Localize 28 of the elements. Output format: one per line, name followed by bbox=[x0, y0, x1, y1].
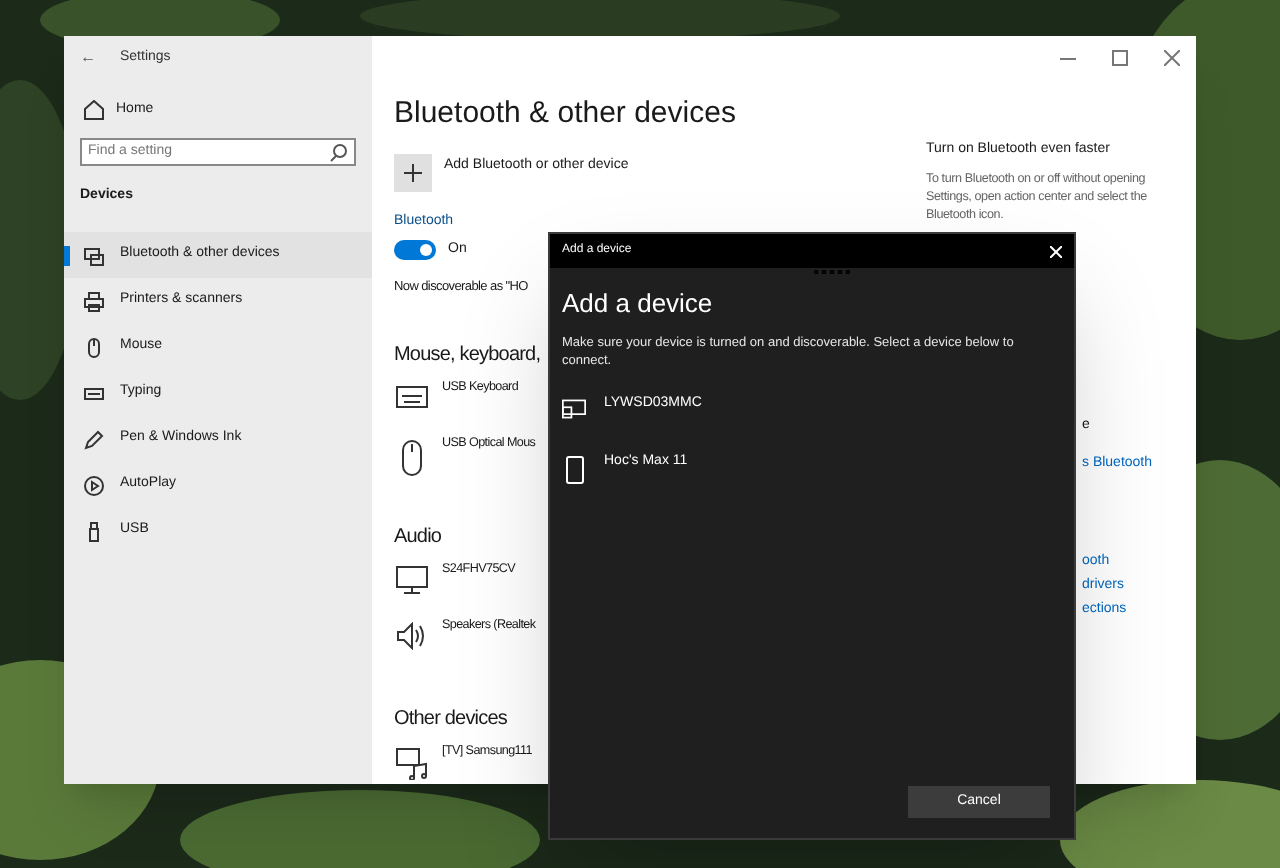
close-icon bbox=[1164, 50, 1180, 66]
maximize-icon bbox=[1112, 50, 1128, 66]
play-circle-icon bbox=[84, 475, 104, 495]
group-heading: Audio bbox=[394, 524, 442, 553]
pen-icon bbox=[84, 429, 104, 449]
add-device-button[interactable] bbox=[394, 153, 432, 191]
usb-icon bbox=[84, 521, 104, 541]
media-devices-icon bbox=[395, 748, 427, 781]
plus-icon bbox=[404, 163, 422, 181]
phone-icon bbox=[565, 455, 583, 483]
mouse-icon bbox=[84, 337, 104, 357]
page-title: Bluetooth & other devices bbox=[394, 94, 738, 134]
home-icon bbox=[84, 100, 104, 121]
back-button[interactable]: ← bbox=[80, 46, 96, 70]
group-heading: Mouse, keyboard, bbox=[394, 342, 541, 371]
search-icon bbox=[330, 143, 348, 161]
keyboard-icon bbox=[84, 383, 104, 403]
devices-icon bbox=[84, 245, 104, 265]
speaker-icon bbox=[395, 622, 427, 651]
printer-icon bbox=[84, 291, 104, 311]
bluetooth-toggle[interactable] bbox=[394, 240, 436, 261]
display-icon bbox=[562, 397, 586, 419]
close-icon bbox=[1050, 245, 1062, 257]
keyboard-icon bbox=[395, 384, 427, 409]
group-heading: Other devices bbox=[394, 706, 507, 735]
mouse-icon bbox=[399, 440, 423, 477]
monitor-icon bbox=[395, 566, 427, 595]
dialog-heading: Add a device bbox=[562, 286, 715, 322]
